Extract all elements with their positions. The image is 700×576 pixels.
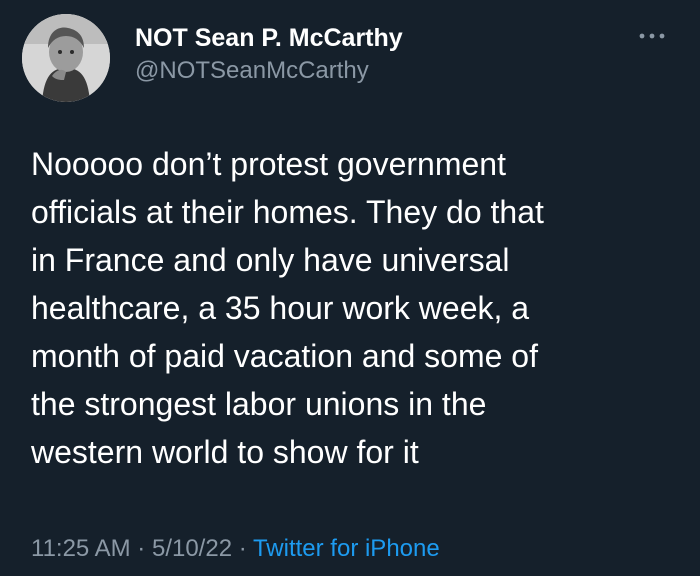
- tweet-text: Nooooo don’t protest government official…: [31, 146, 544, 470]
- author-name[interactable]: NOT Sean P. McCarthy: [135, 22, 403, 54]
- author-handle[interactable]: @NOTSeanMcCarthy: [135, 56, 369, 86]
- more-options-button[interactable]: [632, 22, 672, 50]
- tweet-metadata: 11:25 AM · 5/10/22 · Twitter for iPhone: [31, 533, 440, 565]
- more-horizontal-icon: [639, 33, 665, 39]
- tweet-time[interactable]: 11:25 AM: [31, 535, 131, 562]
- tweet-card: NOT Sean P. McCarthy @NOTSeanMcCarthy No…: [0, 0, 700, 576]
- separator: ·: [137, 535, 146, 562]
- tweet-date[interactable]: 5/10/22: [152, 535, 232, 562]
- tweet-source-link[interactable]: Twitter for iPhone: [253, 535, 440, 562]
- profile-photo-icon: [22, 14, 110, 102]
- separator: ·: [238, 535, 247, 562]
- avatar[interactable]: [22, 14, 110, 102]
